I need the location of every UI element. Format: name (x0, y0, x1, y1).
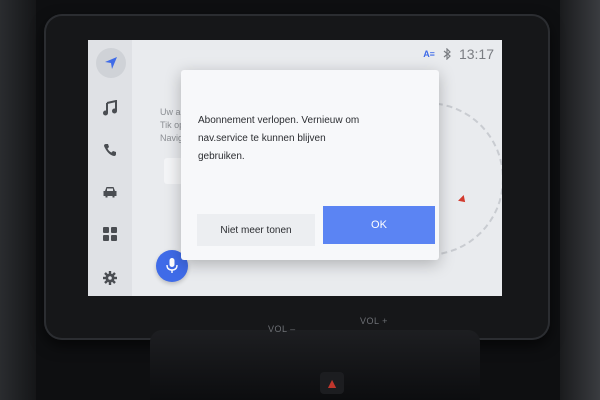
scene-left (0, 0, 36, 400)
clock: 13:17 (458, 46, 494, 62)
sidebar-item-navigation[interactable] (96, 48, 126, 78)
status-bar: A≡ 13:17 (423, 46, 494, 62)
sidebar-item-phone[interactable] (98, 138, 122, 162)
scene-right (560, 0, 600, 400)
apps-grid-icon (103, 227, 117, 241)
sidebar-item-car[interactable] (98, 180, 122, 204)
subscription-expired-dialog: Abonnement verlopen. Vernieuw om nav.ser… (181, 70, 439, 260)
hazard-icon: ▲ (320, 372, 344, 394)
screen-share-icon: A≡ (423, 49, 435, 59)
ok-button[interactable]: OK (323, 206, 435, 244)
sidebar (88, 40, 132, 296)
sidebar-item-settings[interactable] (98, 266, 122, 290)
center-console: VOL – VOL + (150, 316, 480, 400)
phone-icon (104, 144, 116, 156)
bluetooth-icon (443, 48, 451, 60)
sidebar-item-apps[interactable] (98, 222, 122, 246)
dont-show-again-button[interactable]: Niet meer tonen (197, 214, 315, 246)
music-note-icon (103, 100, 117, 116)
dialog-message: Abonnement verlopen. Vernieuw om nav.ser… (198, 115, 360, 162)
infotainment-screen: A≡ 13:17 Uw ab Tik op Navig Abonnement v… (88, 40, 502, 296)
sidebar-item-music[interactable] (98, 96, 122, 120)
gear-icon (103, 271, 117, 285)
navigation-icon (105, 57, 117, 69)
vol-plus-label: VOL + (360, 316, 388, 326)
vol-minus-label: VOL – (268, 324, 296, 334)
microphone-icon (166, 258, 178, 273)
car-icon (103, 187, 117, 198)
